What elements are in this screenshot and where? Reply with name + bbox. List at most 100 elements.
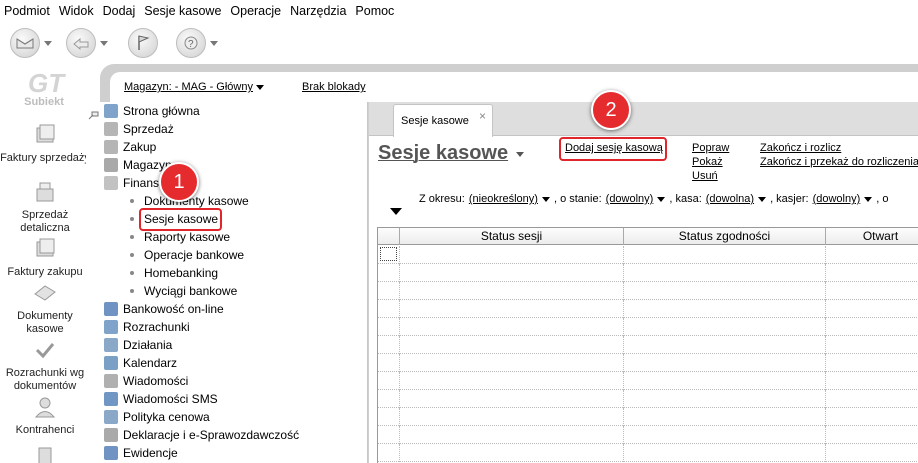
nav-dzialania[interactable]: Działania [104, 336, 172, 354]
nav-ewidencje[interactable]: Ewidencje [104, 444, 178, 462]
shortcut-dokumenty-kasowe[interactable]: Dokumenty kasowe [0, 282, 90, 336]
shortcut-label: Sprzedaż detaliczna [20, 209, 70, 234]
table-header: Status sesji Status zgodności Otwart [378, 228, 918, 245]
chevron-down-icon[interactable] [758, 196, 767, 202]
table-row[interactable] [378, 372, 918, 390]
table-row[interactable] [378, 300, 918, 318]
expand-filters-icon[interactable] [390, 208, 402, 215]
app-logo: GT Subiekt [12, 68, 76, 112]
price-policy-icon [104, 410, 118, 424]
table-cell [378, 354, 400, 372]
shortcut-faktury-sprzedazy[interactable]: Faktury sprzedaży [0, 124, 90, 165]
nav-zakup[interactable]: Zakup [104, 138, 156, 156]
nav-bankowosc-online[interactable]: Bankowość on-line [104, 300, 224, 318]
table-row[interactable] [378, 282, 918, 300]
menu-podmiot[interactable]: Podmiot [4, 4, 50, 18]
nav-wiadomosci[interactable]: Wiadomości [104, 372, 188, 390]
warehouse-label: Magazyn: - MAG - Główny [124, 81, 253, 93]
edit-link[interactable]: Popraw [692, 142, 729, 154]
menu-sesje-kasowe[interactable]: Sesje kasowe [144, 4, 221, 18]
nav-sprzedaz[interactable]: Sprzedaż [104, 120, 174, 138]
nav-finanse[interactable]: Finanse [104, 174, 166, 192]
state-label: , o stanie: [553, 193, 602, 205]
table-row[interactable] [378, 264, 918, 282]
nav-deklaracje[interactable]: Deklaracje i e-Sprawozdawczość [104, 426, 299, 444]
chevron-down-icon[interactable] [516, 152, 524, 157]
table-cell [378, 264, 400, 282]
chevron-down-icon [255, 84, 264, 90]
table-row[interactable] [378, 426, 918, 444]
table-cell [400, 444, 624, 462]
menu-narzedzia[interactable]: Narzędzia [290, 4, 346, 18]
nav-rozrachunki[interactable]: Rozrachunki [104, 318, 190, 336]
chevron-down-icon[interactable] [44, 40, 52, 46]
close-and-pass-link[interactable]: Zakończ i przekaż do rozliczenia [760, 156, 918, 168]
nav-homebanking[interactable]: Homebanking [130, 264, 218, 282]
email-button[interactable] [10, 28, 52, 58]
cash-filter[interactable]: (dowolna) [706, 193, 754, 205]
table-row[interactable] [378, 390, 918, 408]
chevron-down-icon[interactable] [657, 196, 666, 202]
column-header-selector[interactable] [378, 228, 400, 245]
column-header-status-zgodnosci[interactable]: Status zgodności [624, 228, 826, 245]
table-cell [378, 282, 400, 300]
table-row[interactable] [378, 336, 918, 354]
column-header-status-sesji[interactable]: Status sesji [400, 228, 624, 245]
page-title[interactable]: Sesje kasowe [378, 142, 508, 165]
pin-icon[interactable] [88, 110, 100, 120]
table-cell [400, 246, 624, 264]
help-button[interactable]: ? [176, 28, 218, 58]
nav-operacje-bankowe[interactable]: Operacje bankowe [130, 246, 244, 264]
shortcut-kontrahenci[interactable]: Kontrahenci [0, 396, 90, 437]
chevron-down-icon[interactable] [210, 40, 218, 46]
menu-operacje[interactable]: Operacje [230, 4, 281, 18]
highlight-sesje-kasowe [139, 208, 222, 231]
shortcut-label: Dokumenty kasowe [17, 310, 73, 335]
declarations-icon [104, 428, 118, 442]
nav-label: Bankowość on-line [123, 302, 224, 316]
table-cell [624, 246, 826, 264]
show-link[interactable]: Pokaż [692, 156, 723, 168]
column-header-otwarta[interactable]: Otwart [826, 228, 918, 245]
table-row[interactable] [378, 444, 918, 462]
period-label: Z okresu: [419, 193, 465, 205]
table-cell [826, 372, 918, 390]
nav-strona-glowna[interactable]: Strona główna [104, 102, 200, 120]
shortcut-rozrachunki[interactable]: Rozrachunki wg dokumentów [0, 339, 90, 393]
nav-label: Działania [123, 338, 173, 352]
table-cell [400, 300, 624, 318]
reply-button[interactable] [66, 28, 108, 58]
nav-wiadomosci-sms[interactable]: Wiadomości SMS [104, 390, 218, 408]
shortcut-faktury-zakupu[interactable]: Faktury zakupu [0, 238, 90, 279]
sync-button[interactable] [128, 28, 170, 58]
bullet-icon [130, 217, 134, 221]
table-row[interactable] [378, 354, 918, 372]
table-row[interactable] [378, 246, 918, 264]
menu-widok[interactable]: Widok [59, 4, 94, 18]
table-row[interactable] [378, 318, 918, 336]
person-icon [34, 397, 56, 418]
shortcut-sprzedaz-detaliczna[interactable]: Sprzedaż detaliczna [0, 181, 90, 235]
period-filter[interactable]: (nieokreślony) [469, 193, 538, 205]
menu-dodaj[interactable]: Dodaj [103, 4, 136, 18]
menu-pomoc[interactable]: Pomoc [355, 4, 394, 18]
warehouse-selector[interactable]: Magazyn: - MAG - Główny [124, 81, 264, 93]
chevron-down-icon[interactable] [100, 40, 108, 46]
cashier-filter[interactable]: (dowolny) [813, 193, 861, 205]
nav-kalendarz[interactable]: Kalendarz [104, 354, 177, 372]
close-and-settle-link[interactable]: Zakończ i rozlicz [760, 142, 841, 154]
nav-polityka-cenowa[interactable]: Polityka cenowa [104, 408, 210, 426]
table-cell [624, 444, 826, 462]
table-row[interactable] [378, 408, 918, 426]
shortcut-more[interactable] [0, 444, 90, 463]
tab-sesje-kasowe[interactable]: Sesje kasowe × [393, 104, 493, 137]
nav-wyciagi-bankowe[interactable]: Wyciągi bankowe [130, 282, 237, 300]
left-sidebar: GT Subiekt Faktury sprzedaży Sprzedaż de… [0, 64, 90, 463]
chevron-down-icon[interactable] [541, 196, 550, 202]
delete-link[interactable]: Usuń [692, 170, 718, 182]
lock-status-link[interactable]: Brak blokady [302, 81, 366, 93]
state-filter[interactable]: (dowolny) [606, 193, 654, 205]
chevron-down-icon[interactable] [864, 196, 873, 202]
table-cell [378, 336, 400, 354]
close-icon[interactable]: × [479, 109, 486, 123]
